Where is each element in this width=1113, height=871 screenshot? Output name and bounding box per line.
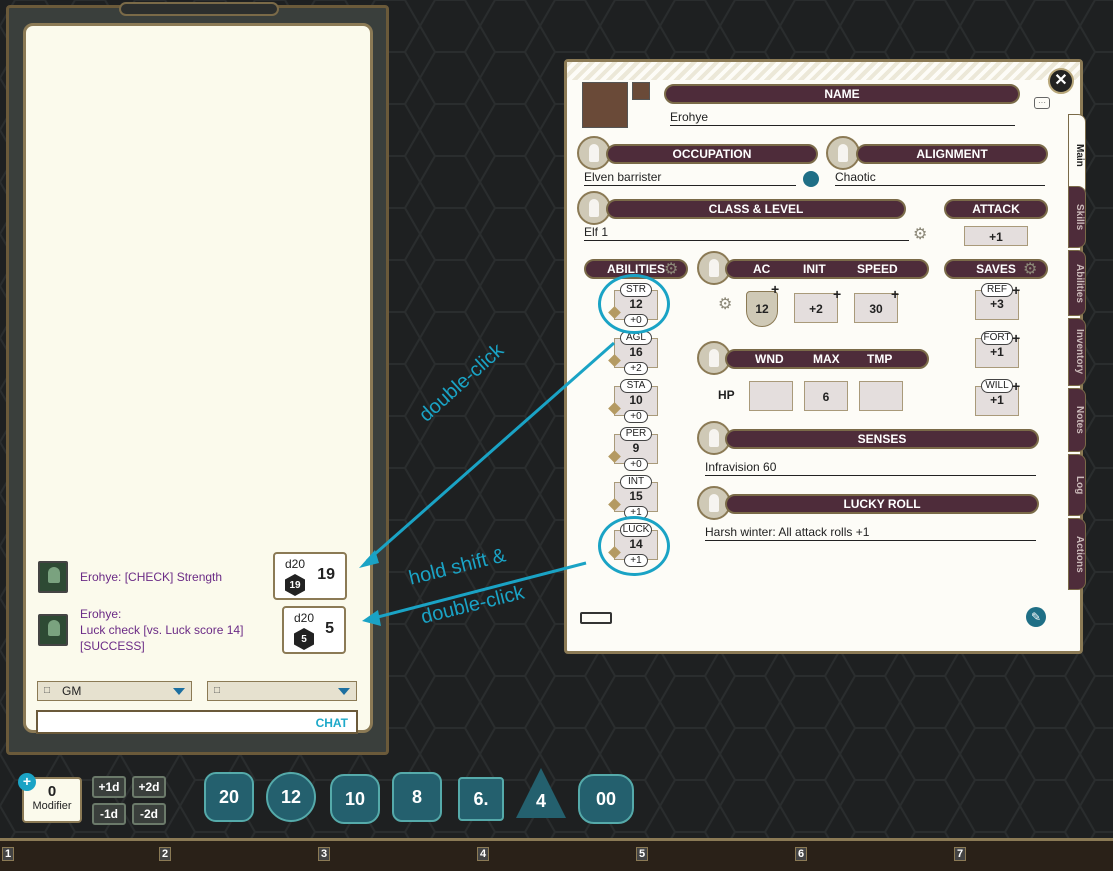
plus-circle-icon[interactable]: + [18, 773, 36, 791]
d6-die-icon[interactable]: 6. [458, 777, 504, 821]
hotbar-slot[interactable]: 3 [318, 847, 330, 861]
d12-die-icon[interactable]: 12 [266, 772, 316, 822]
add-1d-button[interactable]: +1d [92, 776, 126, 798]
remove-1d-button[interactable]: -1d [92, 803, 126, 825]
hotbar-slot[interactable]: 1 [2, 847, 14, 861]
hotbar-slot[interactable]: 4 [477, 847, 489, 861]
d10-die-icon[interactable]: 10 [330, 774, 380, 824]
add-2d-button[interactable]: +2d [132, 776, 166, 798]
arrow-line [366, 341, 615, 563]
remove-2d-button[interactable]: -2d [132, 803, 166, 825]
d20-die-icon[interactable]: 20 [204, 772, 254, 822]
hotbar-slot[interactable]: 5 [636, 847, 648, 861]
hotbar-slot[interactable]: 6 [795, 847, 807, 861]
annotation-arrows [359, 341, 615, 626]
modifier-label: Modifier [32, 800, 72, 812]
hotbar-slot[interactable]: 2 [159, 847, 171, 861]
d100-die-icon[interactable]: 00 [578, 774, 634, 824]
d8-die-icon[interactable]: 8 [392, 772, 442, 822]
hotbar-slot[interactable]: 7 [954, 847, 966, 861]
hotbar: 1 2 3 4 5 6 7 [0, 838, 1113, 871]
arrowhead [362, 610, 381, 626]
